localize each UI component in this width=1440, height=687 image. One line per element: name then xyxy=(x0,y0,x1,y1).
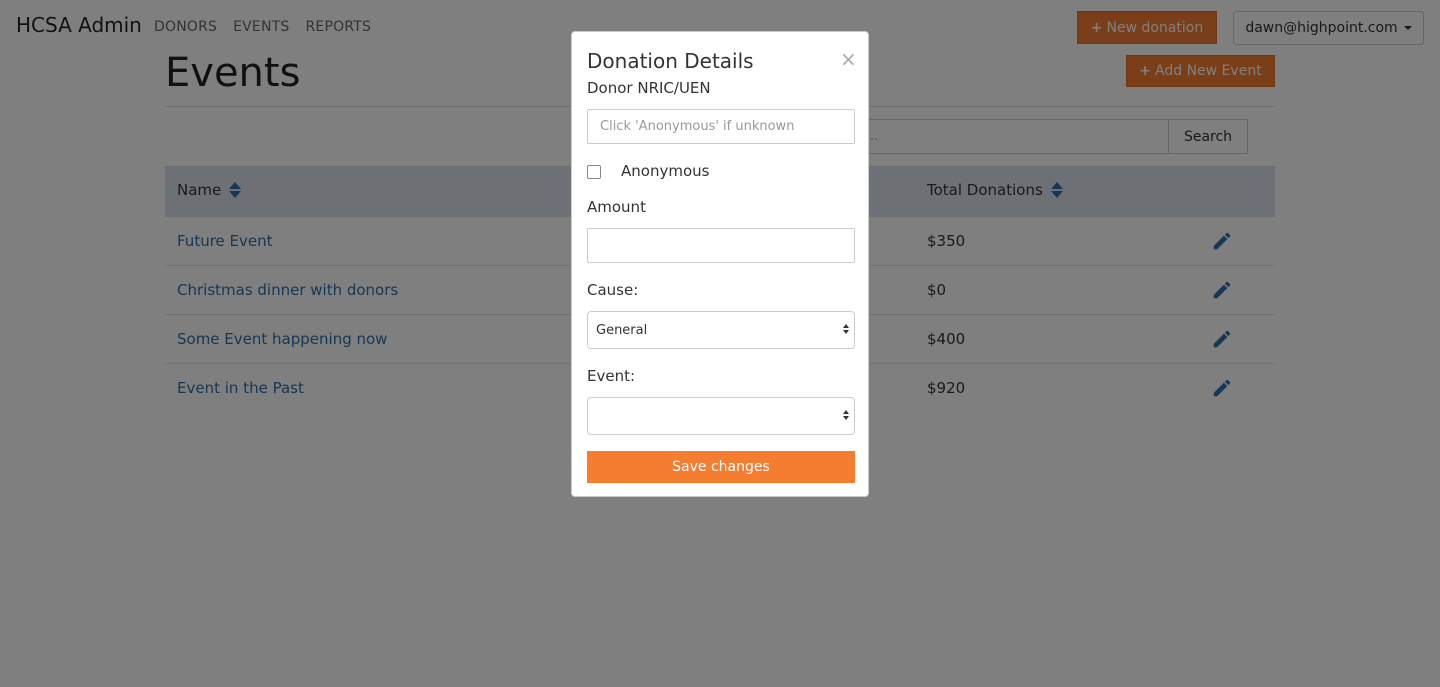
donor-label: Donor NRIC/UEN xyxy=(587,79,711,97)
cause-label: Cause: xyxy=(587,281,639,299)
anonymous-checkbox[interactable] xyxy=(587,165,601,179)
donor-nric-input[interactable]: Click 'Anonymous' if unknown xyxy=(587,109,855,144)
event-label: Event: xyxy=(587,367,636,385)
anonymous-label: Anonymous xyxy=(621,162,710,180)
select-arrows-icon xyxy=(843,324,849,334)
modal-title: Donation Details xyxy=(587,49,754,73)
save-changes-button[interactable]: Save changes xyxy=(587,451,855,483)
donor-placeholder: Click 'Anonymous' if unknown xyxy=(600,119,795,134)
cause-select[interactable]: General xyxy=(587,311,855,349)
donation-details-modal: Donation Details × Donor NRIC/UEN Click … xyxy=(571,31,869,497)
select-arrows-icon xyxy=(843,410,849,420)
amount-label: Amount xyxy=(587,198,646,216)
amount-input[interactable] xyxy=(587,228,855,263)
close-icon[interactable]: × xyxy=(840,49,857,69)
event-select[interactable] xyxy=(587,397,855,435)
cause-value: General xyxy=(596,322,648,338)
